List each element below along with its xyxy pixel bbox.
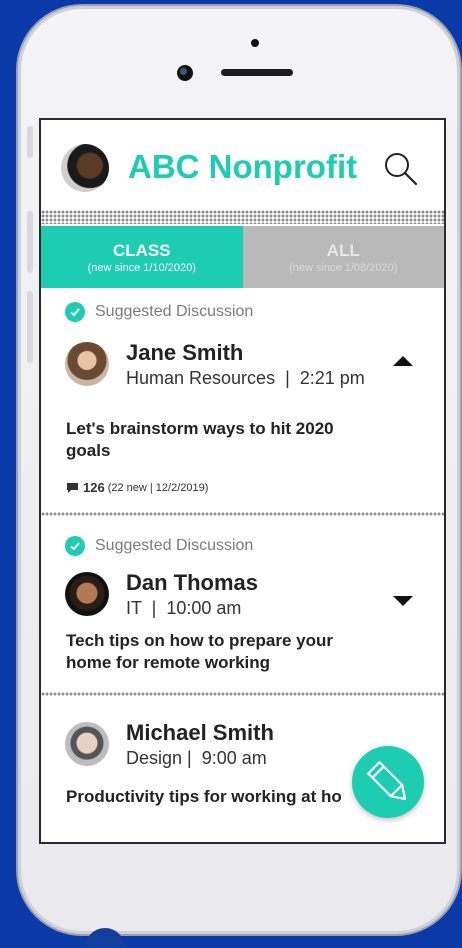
author-meta: IT | 10:00 am bbox=[126, 598, 242, 618]
author-name[interactable]: Jane Smith bbox=[126, 340, 243, 366]
check-circle-icon bbox=[65, 536, 85, 556]
app-screen: ABC Nonprofit CLASS (new since 1/10/2020… bbox=[39, 118, 446, 844]
author-row: Jane Smith Human Resources | 2:21 pm bbox=[41, 340, 444, 394]
divider-pattern bbox=[41, 210, 444, 224]
comment-stats: 126 (22 new | 12/2/2019) bbox=[41, 480, 444, 495]
tab-all-sub: (new since 1/08/2020) bbox=[289, 261, 398, 274]
check-circle-icon bbox=[65, 302, 85, 322]
expand-chevron-icon[interactable] bbox=[393, 596, 413, 606]
volume-down-button bbox=[27, 291, 33, 363]
proximity-sensor bbox=[251, 39, 259, 47]
tab-class[interactable]: CLASS (new since 1/10/2020) bbox=[41, 226, 243, 288]
volume-up-button bbox=[27, 211, 33, 273]
comment-count: 126 bbox=[83, 480, 105, 495]
post-title[interactable]: Tech tips on how to prepare your home fo… bbox=[41, 630, 366, 674]
comment-detail: (22 new | 12/2/2019) bbox=[107, 481, 209, 494]
avatar[interactable] bbox=[65, 722, 109, 766]
compose-button[interactable] bbox=[352, 746, 424, 818]
tab-all-label: ALL bbox=[326, 240, 360, 260]
org-avatar[interactable] bbox=[61, 144, 109, 192]
search-icon[interactable] bbox=[382, 150, 418, 186]
tab-class-sub: (new since 1/10/2020) bbox=[87, 261, 196, 274]
avatar[interactable] bbox=[65, 342, 109, 386]
suggested-tag-label: Suggested Discussion bbox=[95, 303, 254, 320]
avatar[interactable] bbox=[65, 572, 109, 616]
post-card[interactable]: Suggested Discussion Jane Smith Human Re… bbox=[41, 288, 444, 512]
app-header: ABC Nonprofit bbox=[41, 120, 444, 210]
post-divider bbox=[41, 692, 444, 696]
front-camera-icon bbox=[177, 65, 193, 81]
post-card[interactable]: Suggested Discussion Dan Thomas IT | 10:… bbox=[41, 516, 444, 692]
author-meta: Design | 9:00 am bbox=[126, 748, 267, 768]
pencil-icon bbox=[367, 761, 407, 801]
org-name: ABC Nonprofit bbox=[128, 148, 358, 185]
author-meta: Human Resources | 2:21 pm bbox=[126, 368, 365, 388]
suggested-tag-label: Suggested Discussion bbox=[95, 537, 254, 554]
comment-icon bbox=[67, 482, 78, 493]
author-row: Dan Thomas IT | 10:00 am bbox=[41, 570, 444, 624]
author-name[interactable]: Michael Smith bbox=[126, 720, 274, 746]
tab-all[interactable]: ALL (new since 1/08/2020) bbox=[242, 226, 444, 288]
author-name[interactable]: Dan Thomas bbox=[126, 570, 258, 596]
collapse-chevron-icon[interactable] bbox=[393, 356, 413, 366]
mute-switch bbox=[27, 126, 33, 158]
post-title[interactable]: Let's brainstorm ways to hit 2020 goals bbox=[41, 418, 366, 462]
tab-bar: CLASS (new since 1/10/2020) ALL (new sin… bbox=[41, 226, 444, 288]
earpiece-speaker bbox=[221, 69, 293, 76]
tab-class-label: CLASS bbox=[112, 240, 171, 260]
suggested-tag: Suggested Discussion bbox=[41, 288, 444, 324]
suggested-tag: Suggested Discussion bbox=[41, 516, 444, 558]
